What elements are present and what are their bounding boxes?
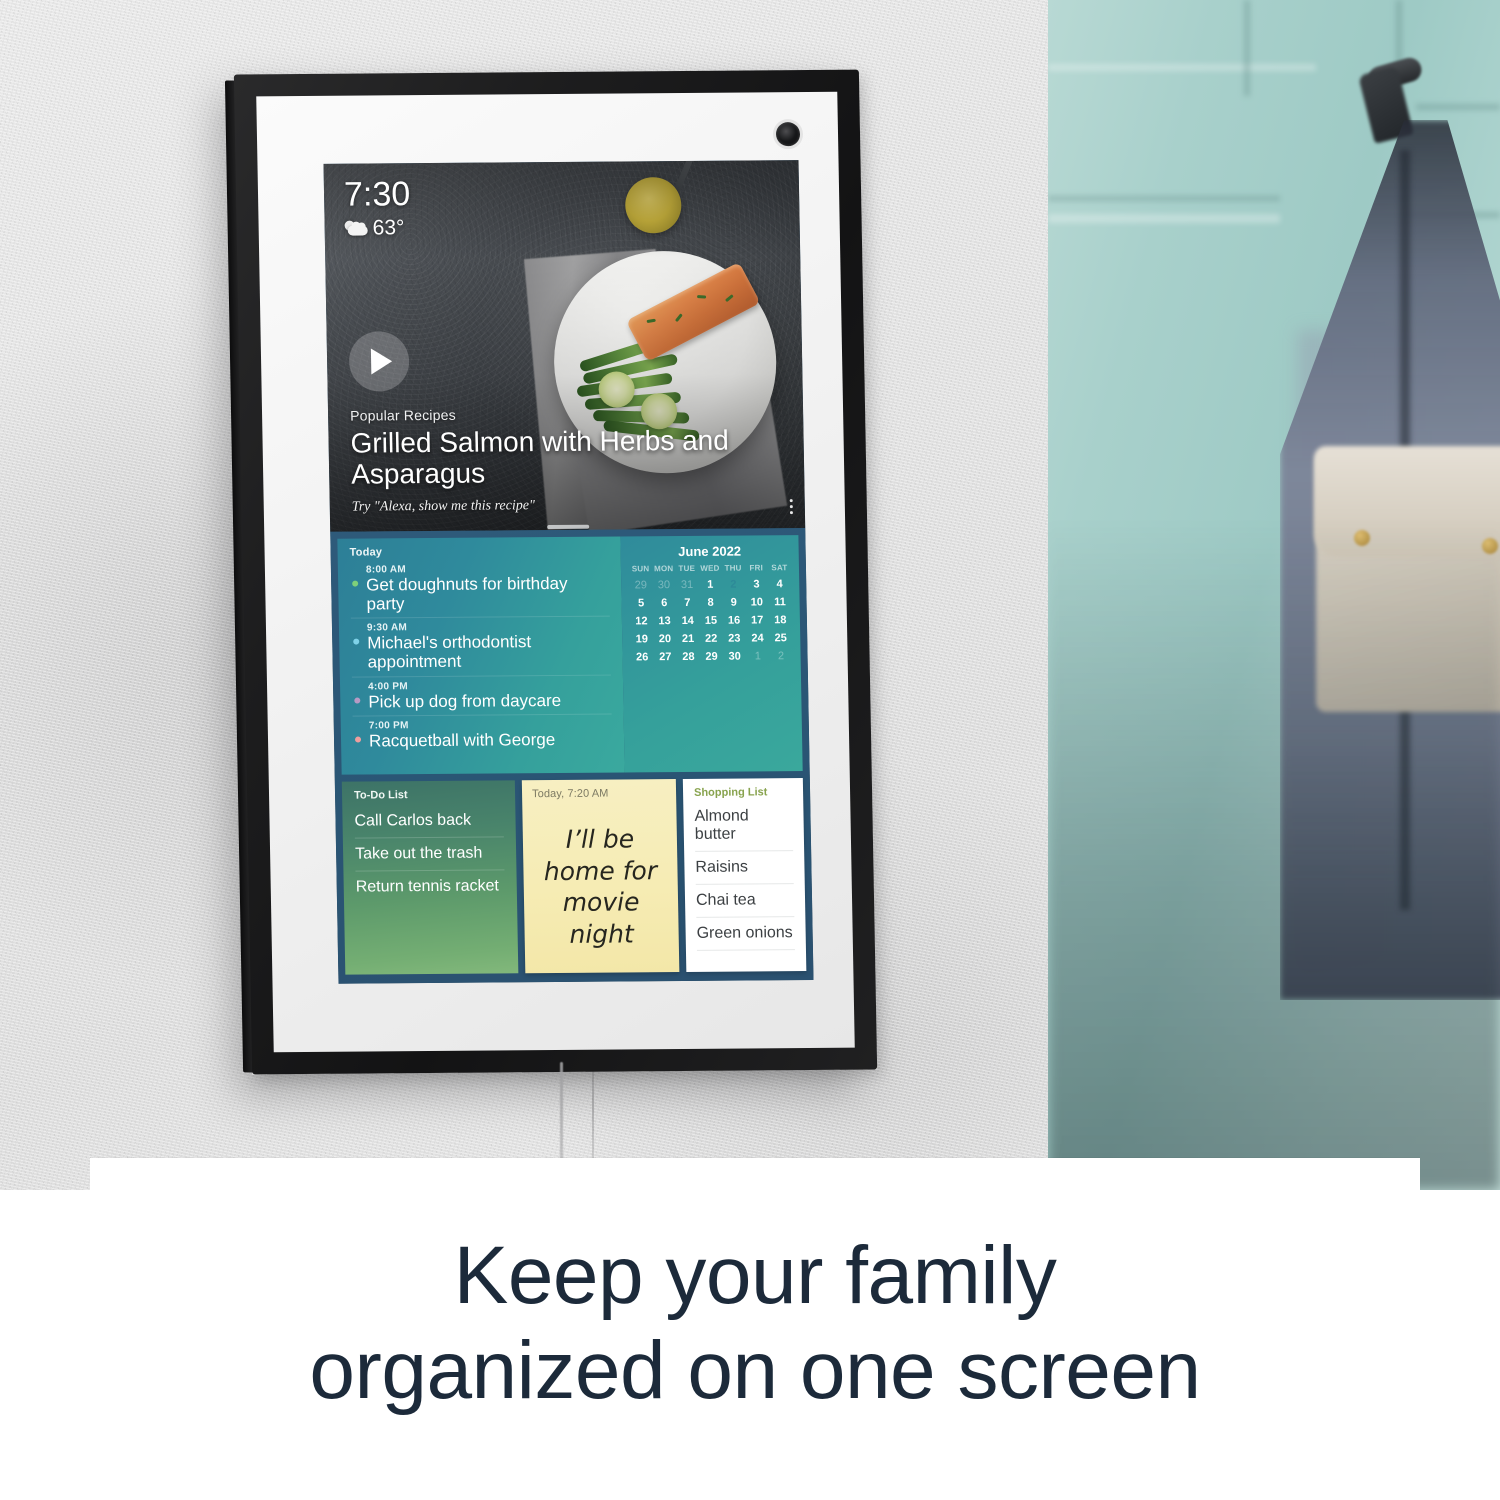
weather-temperature: 63°: [372, 216, 405, 240]
caption-banner: Keep your family organized on one screen: [90, 1158, 1420, 1488]
frame-mat: 7:30 63° Popular Recipes Grilled Salmon …: [256, 91, 855, 1053]
calendar-day[interactable]: 24: [746, 632, 769, 644]
calendar-day[interactable]: 20: [653, 633, 676, 645]
entryway-background: [1048, 0, 1500, 1190]
agenda-label: Today: [349, 546, 383, 559]
calendar-day[interactable]: 29: [700, 651, 723, 663]
play-icon[interactable]: [348, 331, 410, 392]
calendar-day-header: SAT: [771, 563, 788, 573]
camera-lens-icon: [775, 122, 801, 147]
calendar-day-today[interactable]: 2: [722, 579, 745, 591]
recipe-voice-hint: Try "Alexa, show me this recipe": [351, 498, 536, 515]
event-title: Racquetball with George: [368, 730, 556, 751]
calendar-day-header: THU: [724, 563, 742, 573]
caption-line-1: Keep your family: [453, 1229, 1057, 1321]
calendar-day[interactable]: 8: [699, 597, 722, 609]
calendar-day[interactable]: 1: [746, 650, 769, 662]
calendar-day[interactable]: 25: [769, 632, 792, 644]
more-options-icon[interactable]: [789, 499, 793, 515]
todo-item[interactable]: Return tennis racket: [355, 870, 505, 903]
todo-item[interactable]: Call Carlos back: [354, 804, 504, 839]
agenda-event[interactable]: 4:00 PM Pick up dog from daycare: [351, 675, 612, 718]
partly-cloudy-icon: [344, 220, 369, 236]
sticky-note-timestamp: Today, 7:20 AM: [531, 787, 609, 801]
recipe-kicker: Popular Recipes: [349, 406, 456, 424]
calendar-day[interactable]: 18: [769, 614, 792, 626]
calendar-day[interactable]: 10: [745, 596, 768, 608]
calendar-day[interactable]: 21: [676, 633, 699, 645]
recipe-hero-card[interactable]: 7:30 63° Popular Recipes Grilled Salmon …: [323, 160, 806, 532]
calendar-day[interactable]: 26: [630, 651, 653, 663]
calendar-day[interactable]: 7: [676, 597, 699, 609]
calendar-day[interactable]: 5: [629, 597, 652, 609]
calendar-day[interactable]: 14: [676, 615, 699, 627]
event-title: Get doughnuts for birthday party: [366, 573, 568, 614]
calendar-day[interactable]: 22: [700, 633, 723, 645]
calendar-day[interactable]: 28: [677, 651, 700, 663]
sticky-note-widget[interactable]: Today, 7:20 AM I’ll be home for movie ni…: [521, 779, 680, 974]
recipe-text-block: Popular Recipes Grilled Salmon with Herb…: [350, 404, 745, 515]
caption-line-2: organized on one screen: [309, 1325, 1201, 1416]
calendar-day[interactable]: 13: [653, 615, 676, 627]
calendar-day[interactable]: 16: [722, 615, 745, 627]
calendar-day[interactable]: 11: [768, 596, 791, 608]
calendar-day[interactable]: 17: [746, 614, 769, 626]
todo-widget[interactable]: To-Do List Call Carlos back Take out the…: [341, 780, 519, 975]
calendar-day[interactable]: 30: [723, 651, 746, 663]
event-title: Michael's orthodontist appointment: [367, 632, 532, 672]
calendar-day[interactable]: 12: [630, 615, 653, 627]
event-dot-icon: [354, 697, 361, 704]
calendar-day[interactable]: 6: [653, 597, 676, 609]
caption-text: Keep your family organized on one screen: [309, 1228, 1201, 1418]
shopping-list-item[interactable]: Almond butter: [694, 800, 794, 852]
calendar-day[interactable]: 31: [675, 579, 698, 591]
event-title: Pick up dog from daycare: [368, 690, 562, 712]
recipe-title: Grilled Salmon with Herbs and Asparagus: [350, 424, 730, 490]
event-dot-icon: [353, 638, 360, 645]
widget-board: Today 8:00 AM Get doughnuts for birthday…: [330, 528, 814, 984]
todo-label: To-Do List: [353, 789, 408, 802]
todo-item[interactable]: Take out the trash: [354, 837, 505, 872]
event-time: 4:00 PM: [367, 680, 409, 693]
calendar-day[interactable]: 2: [769, 650, 792, 662]
calendar-day-header: FRI: [749, 563, 764, 573]
calendar-day[interactable]: 15: [699, 615, 722, 627]
drag-handle[interactable]: [546, 524, 589, 530]
shopping-list-widget[interactable]: Shopping List Almond butter Raisins Chai…: [682, 778, 807, 972]
calendar-day[interactable]: 9: [722, 597, 745, 609]
calendar-day[interactable]: 3: [745, 578, 768, 590]
calendar-grid: SUN MON TUE WED THU FRI SAT 29 30 31 1 2 3 4 5 6 7 8 9 10 11…: [629, 563, 793, 663]
event-dot-icon: [352, 580, 359, 587]
display-screen[interactable]: 7:30 63° Popular Recipes Grilled Salmon …: [323, 160, 814, 984]
shopping-list-item[interactable]: Chai tea: [695, 884, 795, 918]
calendar-day-header: SUN: [631, 564, 650, 574]
scene: 7:30 63° Popular Recipes Grilled Salmon …: [0, 0, 1500, 1500]
sticky-note-body: I’ll be home for movie night: [543, 824, 658, 949]
calendar-day[interactable]: 29: [629, 579, 652, 591]
page-bottom-fill: [0, 1488, 1500, 1500]
calendar-day[interactable]: 27: [654, 651, 677, 663]
calendar-day[interactable]: 1: [699, 579, 722, 591]
calendar-day[interactable]: 4: [768, 578, 791, 590]
shopping-list-item[interactable]: Raisins: [695, 851, 794, 885]
calendar-day-header: MON: [653, 564, 674, 574]
agenda-event[interactable]: 7:00 PM Racquetball with George: [353, 715, 613, 756]
calendar-month-title: June 2022: [678, 543, 742, 560]
calendar-widget[interactable]: June 2022 SUN MON TUE WED THU FRI SAT 29 30 31 1 2 3…: [620, 535, 803, 773]
calendar-day[interactable]: 19: [630, 633, 653, 645]
agenda-event[interactable]: 8:00 AM Get doughnuts for birthday party: [349, 558, 610, 619]
calendar-day-header: TUE: [678, 563, 696, 574]
calendar-day[interactable]: 30: [652, 579, 675, 591]
entryway-shadow: [1048, 520, 1500, 1190]
calendar-day[interactable]: 23: [723, 633, 746, 645]
calendar-day-header: WED: [700, 563, 720, 573]
status-clock-weather: 7:30 63°: [343, 175, 411, 241]
shopping-list-label: Shopping List: [693, 786, 768, 799]
agenda-widget[interactable]: Today 8:00 AM Get doughnuts for birthday…: [337, 536, 625, 775]
agenda-event[interactable]: 9:30 AM Michael's orthodontist appointme…: [350, 616, 611, 678]
clock-time: 7:30: [343, 175, 411, 214]
wall-mounted-smart-display: 7:30 63° Popular Recipes Grilled Salmon …: [224, 69, 878, 1075]
shopping-list-item[interactable]: Green onions: [696, 917, 795, 951]
event-dot-icon: [354, 736, 362, 744]
